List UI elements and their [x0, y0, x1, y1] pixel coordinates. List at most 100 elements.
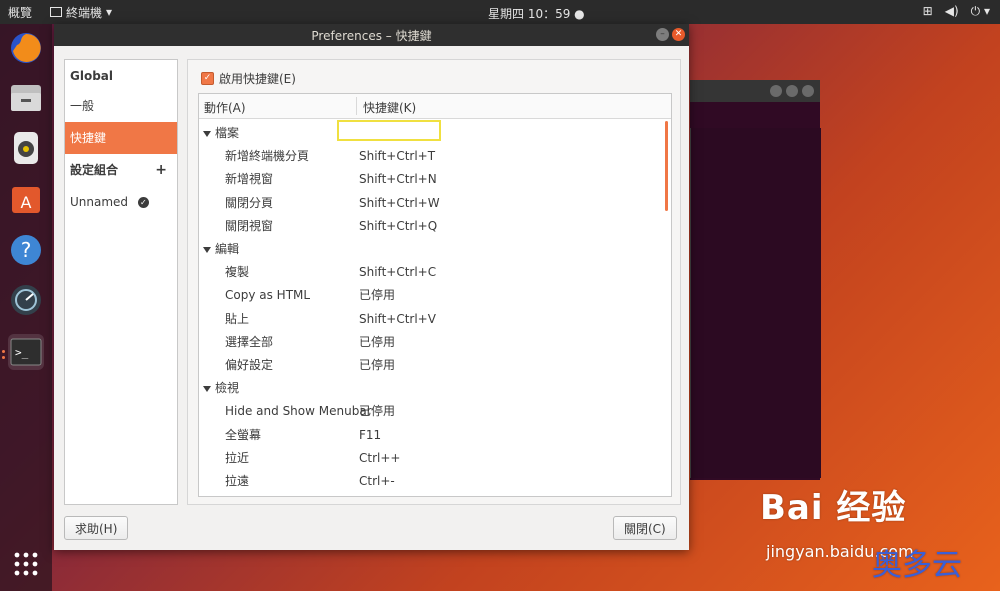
table-row[interactable]: 貼上 Shift+Ctrl+V — [199, 308, 671, 331]
group-label: 編輯 — [215, 242, 240, 256]
sidebar-item-profile-unnamed[interactable]: Unnamed ✓ — [65, 186, 177, 218]
network-icon[interactable]: ⊞ — [923, 4, 933, 19]
close-button[interactable]: 關閉(C) — [613, 516, 677, 540]
action-cell: 貼上 — [225, 311, 250, 326]
shortcut-cell[interactable]: 已停用 — [359, 400, 395, 423]
top-panel: 概覽 終端機 ▾ 星期四 10：59 ● ⊞ ◀) ⏻ ▾ — [0, 0, 1000, 24]
system-tray[interactable]: ⊞ ◀) ⏻ ▾ — [923, 4, 990, 19]
chevron-down-icon: ▾ — [106, 5, 113, 19]
shortcut-cell[interactable]: 已停用 — [359, 331, 395, 354]
action-cell: 全螢幕 — [225, 427, 262, 442]
watermark-cn: 奥多云 — [872, 548, 962, 583]
table-row[interactable]: 拉遠 Ctrl+- — [199, 470, 671, 493]
show-apps-icon[interactable] — [8, 546, 44, 582]
shortcut-cell[interactable]: Shift+Ctrl+T — [359, 145, 435, 168]
table-row[interactable]: 複製 Shift+Ctrl+C — [199, 261, 671, 284]
running-indicator — [2, 350, 5, 353]
background-window-titlebar[interactable] — [690, 80, 820, 102]
firefox-icon[interactable] — [8, 30, 44, 66]
action-cell: 拉近 — [225, 450, 250, 465]
add-profile-icon[interactable]: + — [155, 154, 167, 186]
expander-icon[interactable] — [203, 385, 211, 392]
table-row[interactable]: Copy as HTML 已停用 — [199, 284, 671, 307]
shortcut-cell[interactable]: 已停用 — [359, 284, 395, 307]
activities-button[interactable]: 概覽 — [8, 4, 32, 21]
action-cell: 偏好設定 — [225, 358, 274, 372]
column-header-action[interactable]: 動作(A) — [204, 99, 246, 116]
action-cell: Hide and Show Menubar — [225, 404, 372, 419]
table-row[interactable]: 偏好設定 已停用 — [199, 354, 671, 377]
table-row[interactable]: 新增視窗 Shift+Ctrl+N — [199, 168, 671, 191]
software-center-icon[interactable]: A — [8, 180, 44, 216]
sidebar-item-general[interactable]: 一般 — [65, 90, 177, 122]
shortcut-cell[interactable]: Ctrl++ — [359, 447, 400, 470]
terminal-icon[interactable]: >_ — [8, 334, 44, 370]
table-row[interactable]: 新增終端機分頁 Shift+Ctrl+T — [199, 145, 671, 168]
shortcuts-panel: ✓ 啟用快捷鍵(E) 動作(A) 快捷鍵(K) 檔案 新增終端機分頁 Shift+C… — [187, 59, 681, 505]
action-cell: 選擇全部 — [225, 334, 274, 349]
background-terminal-window[interactable] — [690, 80, 821, 480]
close-icon[interactable] — [802, 85, 814, 97]
enable-shortcuts-label: 啟用快捷鍵(E) — [219, 72, 296, 86]
close-window-button[interactable]: ✕ — [672, 28, 685, 41]
help-button[interactable]: 求助(H) — [64, 516, 129, 540]
shortcut-cell[interactable]: Shift+Ctrl+Q — [359, 215, 437, 238]
table-row[interactable]: 拉近 Ctrl++ — [199, 447, 671, 470]
sidebar-item-shortcuts[interactable]: 快捷鍵 — [65, 122, 177, 154]
action-cell: 關閉視窗 — [225, 218, 274, 233]
app-menu-label: 終端機 — [66, 5, 103, 20]
table-row[interactable]: 關閉分頁 Shift+Ctrl+W — [199, 192, 671, 215]
action-cell: 新增視窗 — [225, 172, 274, 187]
shortcut-cell[interactable]: Ctrl+- — [359, 470, 395, 493]
enable-shortcuts-row[interactable]: ✓ 啟用快捷鍵(E) — [201, 70, 296, 87]
minimize-icon[interactable] — [770, 85, 782, 97]
action-cell: 關閉分頁 — [225, 195, 274, 210]
shortcut-cell[interactable]: Shift+Ctrl+C — [359, 261, 436, 284]
column-header-shortcut[interactable]: 快捷鍵(K) — [363, 99, 416, 116]
power-icon[interactable]: ⏻ ▾ — [971, 4, 990, 19]
expander-icon[interactable] — [203, 246, 211, 253]
default-profile-check-icon: ✓ — [137, 197, 149, 208]
volume-icon[interactable]: ◀) — [945, 4, 959, 19]
action-cell: 新增終端機分頁 — [225, 149, 310, 164]
shortcut-cell[interactable]: Shift+Ctrl+N — [359, 168, 437, 191]
tree-group[interactable]: 檢視 — [199, 377, 671, 400]
sidebar-header-global: Global — [70, 69, 114, 83]
help-icon[interactable]: ? — [8, 232, 44, 268]
shortcut-cell[interactable]: Shift+Ctrl+V — [359, 308, 436, 331]
watermark-brand: Bai 经验 — [760, 488, 907, 528]
table-row[interactable]: 全螢幕 F11 — [199, 424, 671, 447]
svg-text:A: A — [21, 193, 32, 212]
profile-name: Unnamed — [70, 195, 129, 209]
watermark: Bai 经验 jingyan.baidu.com 奥多云 — [760, 480, 962, 583]
highlight-box — [337, 120, 441, 141]
enable-shortcuts-checkbox[interactable]: ✓ — [201, 72, 214, 85]
column-separator — [356, 97, 357, 115]
action-cell: 複製 — [225, 265, 250, 280]
files-icon[interactable] — [8, 80, 44, 116]
minimize-button[interactable]: – — [656, 28, 669, 41]
tree-header: 動作(A) 快捷鍵(K) — [199, 94, 671, 119]
sidebar-header-profiles: 設定組合 + — [65, 154, 177, 186]
svg-text:?: ? — [21, 238, 32, 262]
table-row[interactable]: Hide and Show Menubar 已停用 — [199, 400, 671, 423]
shortcut-cell[interactable]: 已停用 — [359, 354, 395, 377]
dialog-titlebar[interactable]: Preferences – 快捷鍵 – ✕ — [54, 24, 689, 46]
settings-icon[interactable] — [8, 282, 44, 318]
clock[interactable]: 星期四 10：59 ● — [488, 5, 585, 22]
preferences-dialog: Preferences – 快捷鍵 – ✕ Global 一般 快捷鍵 設定組合… — [54, 24, 689, 550]
shortcut-cell[interactable]: Shift+Ctrl+W — [359, 192, 440, 215]
expander-icon[interactable] — [203, 130, 211, 137]
terminal-body[interactable] — [690, 128, 821, 478]
dialog-title: Preferences – 快捷鍵 — [311, 28, 432, 43]
maximize-icon[interactable] — [786, 85, 798, 97]
music-icon[interactable] — [8, 130, 44, 166]
app-menu[interactable]: 終端機 ▾ — [50, 4, 112, 21]
scrollbar[interactable] — [665, 121, 668, 211]
action-cell: 拉遠 — [225, 474, 250, 488]
tree-group[interactable]: 編輯 — [199, 238, 671, 261]
table-row[interactable]: 選擇全部 已停用 — [199, 331, 671, 354]
table-row[interactable]: 關閉視窗 Shift+Ctrl+Q — [199, 215, 671, 238]
svg-text:>_: >_ — [15, 346, 29, 359]
shortcut-cell[interactable]: F11 — [359, 424, 381, 447]
